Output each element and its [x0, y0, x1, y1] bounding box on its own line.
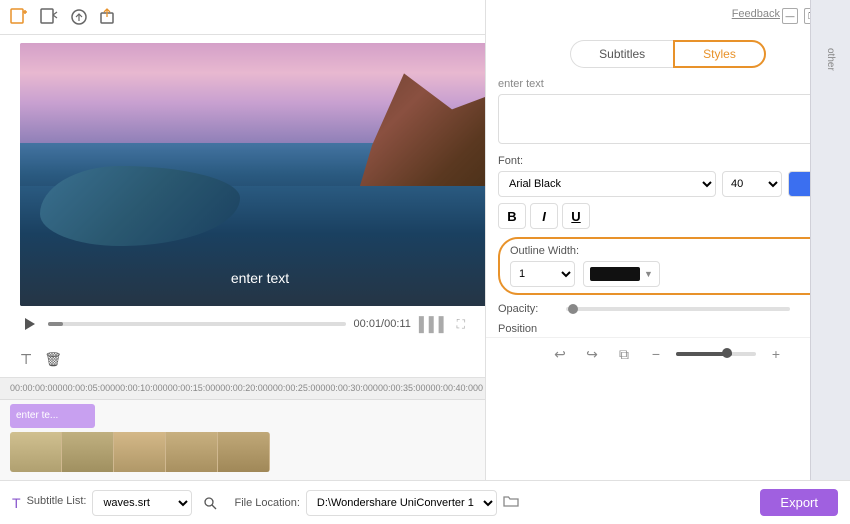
other-label: other [825, 48, 836, 71]
ruler-mark: 00:00:30:000 [325, 383, 378, 393]
ruler-mark: 00:00:20:000 [220, 383, 273, 393]
video-track[interactable] [10, 432, 270, 472]
text-input[interactable] [498, 94, 838, 144]
feedback-link[interactable]: Feedback [732, 8, 780, 20]
file-location-area: File Location: D:\Wondershare UniConvert… [234, 490, 748, 516]
ruler-mark: 00:00:15:000 [168, 383, 221, 393]
opacity-section: Opacity: 0/100 [486, 299, 850, 319]
search-button[interactable] [198, 491, 222, 515]
subtitle-list-label: Subtitle List: [27, 495, 87, 507]
ruler-mark: 00:00:10:000 [115, 383, 168, 393]
font-label: Font: [498, 155, 838, 167]
import-icon[interactable] [38, 6, 60, 28]
ruler-mark: 00:00:05:000 [63, 383, 116, 393]
tabs-bar: Subtitles Styles [486, 30, 850, 74]
ruler-mark: 00:00:40:000 [431, 383, 484, 393]
position-label: Position [498, 323, 537, 335]
zoom-in-button[interactable]: + [764, 342, 788, 366]
capture-icon[interactable] [68, 6, 90, 28]
video-thumb-5 [218, 432, 270, 472]
text-input-section: enter text [486, 74, 850, 151]
zoom-handle [722, 348, 732, 358]
export-small-icon[interactable] [98, 6, 120, 28]
delete-icon[interactable]: 🗑 [44, 351, 62, 368]
subtitle-track-text: enter te... [16, 410, 58, 421]
underline-button[interactable]: U [562, 203, 590, 229]
video-thumb-2 [62, 432, 114, 472]
italic-button[interactable]: I [530, 203, 558, 229]
timeline-tracks: enter te... [0, 400, 485, 480]
copy-button[interactable]: ⧉ [612, 342, 636, 366]
chevron-down-icon: ▼ [644, 269, 653, 279]
outline-color-picker[interactable]: ▼ [583, 261, 660, 287]
far-right-panel: other [810, 0, 850, 480]
outline-section: Outline Width: 1 ▼ [486, 233, 850, 299]
font-size-select[interactable]: 40 [722, 171, 782, 197]
outline-label: Outline Width: [510, 245, 826, 257]
tab-styles[interactable]: Styles [673, 40, 766, 68]
subtitle-file-select[interactable]: waves.srt [92, 490, 192, 516]
top-toolbar [0, 0, 485, 35]
video-controls: 00:01/00:11 ▌▌▌ ⛶ [0, 306, 485, 341]
font-family-select[interactable]: Arial Black [498, 171, 716, 197]
export-button[interactable]: Export [760, 489, 838, 516]
video-thumb-4 [166, 432, 218, 472]
subtitle-track[interactable]: enter te... [10, 404, 95, 428]
time-display: 00:01/00:11 [354, 318, 411, 330]
opacity-slider-handle[interactable] [568, 304, 578, 314]
subtitle-tool-icon[interactable]: ⊤ [20, 351, 32, 368]
video-thumb-3 [114, 432, 166, 472]
video-thumb-1 [10, 432, 62, 472]
subtitle-icon: T [12, 495, 21, 511]
progress-bar-fill [48, 322, 63, 326]
timeline-area: 00:00:00:000 00:00:05:000 00:00:10:000 0… [0, 377, 485, 480]
progress-bar[interactable] [48, 322, 346, 326]
text-input-label: enter text [498, 78, 838, 90]
zoom-out-button[interactable]: − [644, 342, 668, 366]
ruler-mark: 00:00:25:000 [273, 383, 326, 393]
redo-button[interactable]: ↪ [580, 342, 604, 366]
bold-button[interactable]: B [498, 203, 526, 229]
play-button[interactable] [20, 314, 40, 334]
outline-box: Outline Width: 1 ▼ [498, 237, 838, 295]
waveform-icon: ▌▌▌ [419, 316, 449, 332]
bottom-controls: ↩ ↪ ⧉ − + [486, 337, 850, 370]
timeline-ruler: 00:00:00:000 00:00:05:000 00:00:10:000 0… [0, 378, 485, 400]
ruler-mark: 00:00:35:000 [378, 383, 431, 393]
video-bottom-toolbar: ⊤ 🗑 [0, 342, 485, 377]
ruler-mark: 00:00:00:000 [10, 383, 63, 393]
style-buttons: B I U [498, 203, 838, 229]
outline-size-select[interactable]: 1 [510, 261, 575, 287]
file-location-select[interactable]: D:\Wondershare UniConverter 1 [306, 490, 497, 516]
position-section: Position [486, 319, 850, 337]
folder-button[interactable] [503, 494, 519, 511]
zoom-slider[interactable] [676, 352, 756, 356]
fullscreen-icon[interactable]: ⛶ [457, 317, 465, 332]
footer-bar: T Subtitle List: waves.srt File Location… [0, 480, 850, 524]
file-location-label: File Location: [234, 497, 299, 509]
right-panel: Feedback — ❐ ✕ Subtitles Styles enter te… [485, 0, 850, 480]
new-project-icon[interactable] [8, 6, 30, 28]
minimize-button[interactable]: — [782, 8, 798, 24]
subtitle-file-area: T Subtitle List: waves.srt [12, 490, 222, 516]
opacity-slider[interactable] [566, 307, 790, 311]
video-preview: enter text [20, 43, 500, 306]
undo-button[interactable]: ↩ [548, 342, 572, 366]
tab-subtitles[interactable]: Subtitles [570, 40, 673, 68]
outline-color-swatch [590, 267, 640, 281]
video-text-overlay: enter text [231, 270, 289, 286]
opacity-label: Opacity: [498, 303, 558, 315]
font-section: Font: Arial Black 40 B I U [486, 151, 850, 233]
